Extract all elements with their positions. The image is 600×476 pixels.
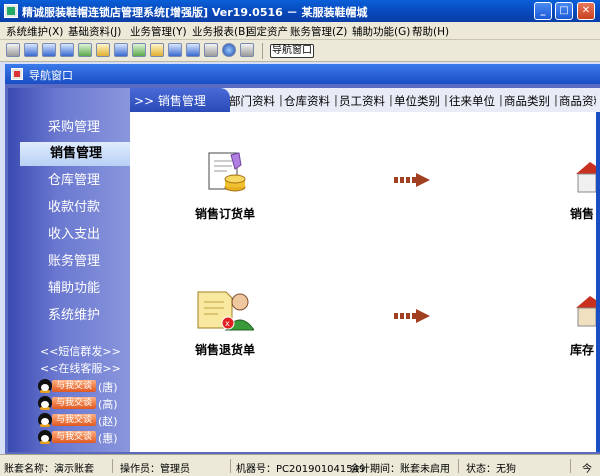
sidebar-item-accounting[interactable]: 账务管理 (14, 250, 130, 274)
contact-name: (赵) (98, 415, 118, 428)
window-title: 精诚服装鞋帽连锁店管理系统[增强版] Ver19.0516 － 某服装鞋帽城 (22, 6, 368, 19)
menu-reports[interactable]: 业务报表(B) (192, 24, 249, 39)
status-separator (230, 459, 231, 473)
sales-return-icon[interactable]: x (196, 288, 254, 332)
link-warehouses[interactable]: 仓库资料 (284, 93, 330, 109)
status-bar: 账套名称：演示账套 操作员：管理员 机器号：PC201901041549 会计期… (0, 454, 600, 476)
penguin-icon (38, 430, 52, 444)
status-separator (458, 459, 459, 473)
toolbar-separator (262, 43, 263, 59)
menu-bar: 系统维护(X) 基础资料(J) 业务管理(Y) 业务报表(B) 固定资产 账务管… (0, 22, 600, 40)
tile-sales-partial[interactable]: 销售 (570, 205, 596, 222)
sidebar-item-system[interactable]: 系统维护 (14, 304, 130, 328)
tile-stock-partial[interactable]: 库存 (570, 341, 596, 358)
status-operator: 操作员：管理员 (120, 464, 190, 475)
svg-text:x: x (225, 319, 230, 328)
contact-name: (高) (98, 398, 118, 411)
link-product-categories[interactable]: 商品类别 (504, 93, 550, 109)
new-icon[interactable] (6, 43, 20, 57)
users-icon[interactable] (78, 43, 92, 57)
status-period: 会计期间：账套未启用 (350, 464, 450, 475)
nav-window-titlebar: 导航窗口 (5, 64, 600, 84)
sales-order-icon[interactable] (205, 151, 249, 197)
link-products[interactable]: 商品资料 (559, 93, 596, 109)
header-separator: | (499, 93, 503, 107)
header-separator: | (389, 93, 393, 107)
sidebar-item-income-expense[interactable]: 收入支出 (14, 223, 130, 247)
exit-icon[interactable] (240, 43, 254, 57)
menu-fixed-assets[interactable]: 固定资产 (246, 24, 288, 39)
help-icon[interactable] (222, 43, 236, 57)
sidebar-item-payments[interactable]: 收款付款 (14, 196, 130, 220)
content-area (130, 112, 596, 452)
menu-system[interactable]: 系统维护(X) (6, 24, 63, 39)
print-icon[interactable] (204, 43, 218, 57)
status-state: 状态：无狗 (466, 464, 516, 475)
status-clock: 今 (582, 464, 592, 475)
minimize-button[interactable]: _ (534, 2, 552, 20)
section-title: >> 销售管理 (134, 94, 206, 108)
nav-window-icon (11, 68, 23, 80)
menu-help[interactable]: 帮助(H) (412, 24, 449, 39)
contact-name: (唐) (98, 381, 118, 394)
tile-sales-order[interactable]: 销售订货单 (195, 205, 255, 222)
card-icon[interactable] (168, 43, 182, 57)
chat-badge[interactable]: 与我交谈 (52, 397, 96, 409)
section-tab: >> 销售管理 (130, 88, 230, 112)
link-employees[interactable]: 员工资料 (339, 93, 385, 109)
sales-icon[interactable] (576, 160, 596, 196)
chat-badge[interactable]: 与我交谈 (52, 414, 96, 426)
penguin-icon (38, 379, 52, 393)
chat-badge[interactable]: 与我交谈 (52, 380, 96, 392)
chat-badge[interactable]: 与我交谈 (52, 431, 96, 443)
folder-icon[interactable] (150, 43, 164, 57)
arrow-right-icon (394, 309, 430, 323)
menu-auxiliary[interactable]: 辅助功能(G) (352, 24, 410, 39)
title-bar: 精诚服装鞋帽连锁店管理系统[增强版] Ver19.0516 － 某服装鞋帽城 _… (0, 0, 600, 22)
status-account: 账套名称：演示账套 (4, 464, 94, 475)
status-separator (570, 459, 571, 473)
penguin-icon (38, 396, 52, 410)
link-departments[interactable]: 部门资料 (229, 93, 275, 109)
list-icon[interactable] (24, 43, 38, 57)
form-icon[interactable] (42, 43, 56, 57)
header-separator: | (554, 93, 558, 107)
penguin-icon (38, 413, 52, 427)
close-button[interactable]: ✕ (577, 2, 595, 20)
header-separator: | (334, 93, 338, 107)
link-partners[interactable]: 往来单位 (449, 93, 495, 109)
monitor-icon[interactable] (60, 43, 74, 57)
sidebar-item-purchase[interactable]: 采购管理 (14, 116, 130, 140)
gear-icon[interactable] (96, 43, 110, 57)
save-icon[interactable] (186, 43, 200, 57)
status-machine: 机器号：PC201901041549 (236, 464, 366, 475)
menu-accounting[interactable]: 账务管理(Z) (290, 24, 347, 39)
transfer-icon[interactable] (114, 43, 128, 57)
arrow-right-icon (394, 173, 430, 187)
menu-business[interactable]: 业务管理(Y) (130, 24, 187, 39)
app-icon[interactable] (4, 4, 18, 18)
maximize-button[interactable]: □ (555, 2, 573, 20)
link-unit-categories[interactable]: 单位类别 (394, 93, 440, 109)
content-border (596, 112, 600, 452)
nav-window-title: 导航窗口 (29, 69, 73, 82)
menu-basic-data[interactable]: 基础资料(J) (68, 24, 121, 39)
nav-window-button[interactable]: 导航窗口 (270, 44, 314, 58)
sidebar-item-auxiliary[interactable]: 辅助功能 (14, 277, 130, 301)
warehouse-icon[interactable] (576, 294, 596, 330)
sidebar-item-sales[interactable]: 销售管理 (20, 142, 130, 166)
header-separator: | (444, 93, 448, 107)
sidebar-item-warehouse[interactable]: 仓库管理 (14, 169, 130, 193)
online-service-link[interactable]: <<在线客服>> (40, 360, 121, 376)
sms-broadcast-link[interactable]: <<短信群发>> (40, 343, 121, 359)
status-separator (112, 459, 113, 473)
stock-icon[interactable] (132, 43, 146, 57)
header-separator: | (279, 93, 283, 107)
tile-sales-return[interactable]: 销售退货单 (195, 341, 255, 358)
contact-name: (惠) (98, 432, 118, 445)
